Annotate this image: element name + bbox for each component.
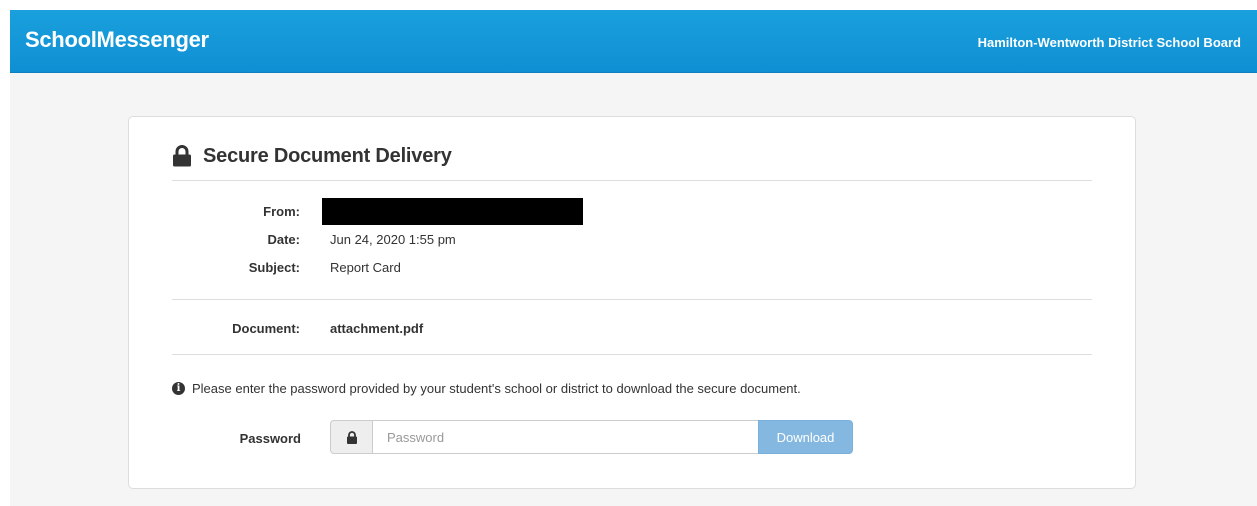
district-name: Hamilton-Wentworth District School Board [977, 35, 1241, 50]
divider [172, 180, 1092, 181]
info-circle-icon: i [172, 381, 185, 395]
divider [172, 299, 1092, 300]
secure-document-card: Secure Document Delivery From: Date: Jun… [128, 116, 1136, 489]
date-row: Date: Jun 24, 2020 1:55 pm [172, 230, 1072, 250]
password-input[interactable] [372, 420, 758, 454]
page: SchoolMessenger Hamilton-Wentworth Distr… [0, 0, 1257, 506]
document-label: Document: [232, 321, 300, 336]
page-background: SchoolMessenger Hamilton-Wentworth Distr… [10, 10, 1257, 506]
password-instructions: i Please enter the password provided by … [172, 379, 801, 397]
document-row: Document: attachment.pdf [172, 319, 1072, 339]
divider [172, 354, 1092, 355]
card-title: Secure Document Delivery [172, 141, 452, 171]
date-label: Date: [267, 232, 300, 247]
subject-row: Subject: Report Card [172, 258, 1072, 278]
password-addon [330, 420, 372, 454]
date-value: Jun 24, 2020 1:55 pm [330, 232, 456, 247]
from-row: From: [172, 198, 1072, 225]
lock-icon [346, 430, 357, 444]
redacted-sender [322, 198, 583, 225]
download-button[interactable]: Download [758, 420, 853, 454]
password-input-group: Download [330, 420, 853, 454]
lock-icon [173, 145, 191, 167]
from-label: From: [263, 204, 300, 219]
page-title: Secure Document Delivery [203, 144, 452, 167]
password-label: Password [239, 431, 301, 446]
document-filename: attachment.pdf [330, 321, 424, 336]
brand-logo: SchoolMessenger [25, 27, 209, 52]
top-header: SchoolMessenger Hamilton-Wentworth Distr… [10, 10, 1257, 73]
subject-label: Subject: [248, 260, 300, 275]
instructions-text: Please enter the password provided by yo… [192, 380, 801, 396]
subject-value: Report Card [330, 260, 401, 275]
